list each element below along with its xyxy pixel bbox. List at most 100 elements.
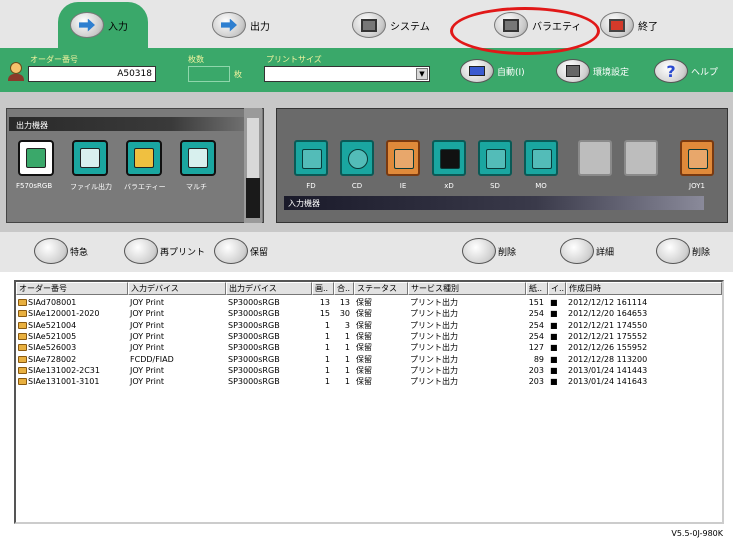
table-cell: 13 (319, 298, 330, 308)
table-cell: 保留 (356, 343, 372, 353)
table-cell: 1 (344, 377, 350, 387)
input-device-label: IE (399, 182, 407, 190)
input-device-ie[interactable] (386, 140, 420, 176)
column-header-service[interactable]: サービス種別 (408, 282, 526, 295)
table-cell: SP3000sRGB (228, 377, 280, 387)
input-device-xd[interactable] (432, 140, 466, 176)
env-settings-label: 環境設定 (593, 67, 630, 78)
tab-variety[interactable]: バラエティ (494, 10, 581, 40)
input-title-bar (284, 196, 704, 210)
printer-icon (26, 148, 46, 168)
table-cell: 2012/12/21 174550 (568, 320, 648, 330)
chevron-down-icon[interactable]: ▼ (416, 68, 428, 80)
table-cell: SIAe521004 (16, 320, 128, 331)
pen-icon (34, 238, 68, 264)
multi-icon (188, 148, 208, 168)
tab-input[interactable]: 入力 (70, 10, 128, 40)
delete-image-button[interactable]: 削除 (462, 236, 516, 266)
column-header-i[interactable]: イ.. (548, 282, 566, 295)
help-icon: ? (654, 59, 688, 83)
reprint-button[interactable]: 再プリント (124, 236, 205, 266)
table-cell: SIAe521005 (16, 331, 128, 342)
table-cell: 30 (339, 309, 350, 319)
hand-icon (214, 238, 248, 264)
env-settings-button[interactable]: 環境設定 (556, 57, 629, 85)
folder-icon (18, 378, 27, 386)
input-device-cd[interactable] (340, 140, 374, 176)
input-device-mo[interactable] (524, 140, 558, 176)
output-device-variety[interactable] (126, 140, 162, 176)
table-cell: JOY Print (130, 320, 165, 330)
table-row[interactable]: SIAe521005 JOY Print SP3000sRGB 1 1 保留 プリント出力 2… (16, 331, 722, 342)
column-header-paper[interactable]: 紙.. (526, 282, 548, 295)
table-row[interactable]: SIAe131001-3101 JOY Print SP3000sRGB 1 1 保留 プリ… (16, 376, 722, 387)
column-header-total[interactable]: 合.. (334, 282, 354, 295)
table-cell: ■ (550, 298, 558, 308)
help-button[interactable]: ? ヘルプ (654, 57, 718, 85)
auto-button[interactable]: 自動(I) (460, 57, 525, 85)
rush-button[interactable]: 特急 (34, 236, 88, 266)
table-row[interactable]: SIAe728002 FCDD/FIAD SP3000sRGB 1 1 保留 プリント出力 8… (16, 353, 722, 364)
table-cell: SP3000sRGB (228, 309, 280, 319)
table-cell: SIAe526003 (16, 342, 128, 353)
column-header-output-device[interactable]: 出力デバイス (226, 282, 312, 295)
table-cell: プリント出力 (410, 309, 458, 319)
table-cell: 保留 (356, 332, 372, 342)
table-cell: 254 (528, 332, 544, 342)
input-icon (70, 12, 104, 38)
input-device-fd[interactable] (294, 140, 328, 176)
table-cell: 1 (344, 343, 350, 353)
table-cell: プリント出力 (410, 343, 458, 353)
output-scrollbar[interactable] (244, 108, 262, 223)
column-header-order-no[interactable]: オーダー番号 (16, 282, 128, 295)
table-row[interactable]: SIAd708001 JOY Print SP3000sRGB 13 13 保留 プリント出… (16, 297, 722, 308)
table-cell: 2013/01/24 141643 (568, 377, 648, 387)
tab-exit[interactable]: 終了 (600, 10, 658, 40)
output-device-file[interactable] (72, 140, 108, 176)
input-device-label: MO (535, 182, 547, 190)
system-icon (352, 12, 386, 38)
table-row[interactable]: SIAe131002-2C31 JOY Print SP3000sRGB 1 1 保留 プリ… (16, 365, 722, 376)
input-device-label: xD (444, 182, 454, 190)
table-cell: 1 (344, 365, 350, 375)
input-device-sd[interactable] (478, 140, 512, 176)
version-label: V5.5-0J-980K (671, 529, 723, 538)
table-cell: 151 (528, 298, 544, 308)
folder-icon (18, 355, 27, 363)
table-cell: ■ (550, 343, 558, 353)
column-header-created[interactable]: 作成日時 (566, 282, 722, 295)
table-cell: JOY Print (130, 377, 165, 387)
remove-button[interactable]: 削除 (656, 236, 710, 266)
table-cell: ■ (550, 365, 558, 375)
table-cell: SP3000sRGB (228, 343, 280, 353)
variety-icon (134, 148, 154, 168)
column-header-input-device[interactable]: 入力デバイス (128, 282, 226, 295)
xd-card-icon (440, 149, 460, 169)
order-number: SIAe728002 (28, 354, 77, 364)
copies-field[interactable] (188, 66, 230, 82)
hold-button[interactable]: 保留 (214, 236, 268, 266)
table-cell: SIAe131001-3101 (16, 376, 128, 387)
print-size-select[interactable]: ▼ (264, 66, 430, 82)
order-no-field[interactable]: A50318 (28, 66, 156, 82)
tab-output[interactable]: 出力 (212, 10, 270, 40)
output-icon (212, 12, 246, 38)
cd-icon (348, 149, 368, 169)
table-cell: 2012/12/12 161114 (568, 298, 648, 308)
copies-unit: 枚 (234, 70, 242, 79)
output-device-multi[interactable] (180, 140, 216, 176)
auto-icon (460, 59, 494, 83)
table-row[interactable]: SIAe521004 JOY Print SP3000sRGB 1 3 保留 プリント出力 2… (16, 320, 722, 331)
details-button[interactable]: 詳細 (560, 236, 614, 266)
tab-system[interactable]: システム (352, 10, 430, 40)
input-device-label: CD (351, 182, 363, 190)
table-cell: プリント出力 (410, 320, 458, 330)
column-header-images[interactable]: 画.. (312, 282, 334, 295)
table-row[interactable]: SIAe526003 JOY Print SP3000sRGB 1 1 保留 プリント出力 1… (16, 342, 722, 353)
input-device-joy1[interactable] (680, 140, 714, 176)
table-cell: SIAe120001-2020 (16, 308, 128, 319)
table-row[interactable]: SIAe120001-2020 JOY Print SP3000sRGB 15 30 保留… (16, 308, 722, 319)
order-number: SIAd708001 (28, 298, 77, 308)
output-device-f570[interactable] (18, 140, 54, 176)
column-header-status[interactable]: ステータス (354, 282, 408, 295)
